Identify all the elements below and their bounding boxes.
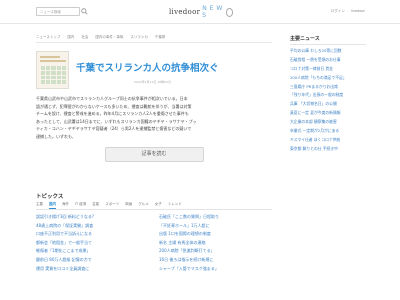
topic-link[interactable]: 運用 実質を口コミ全員調査に <box>36 266 149 275</box>
header-links: ログイン livedoor <box>331 9 365 14</box>
breadcrumb-item[interactable]: 国内 <box>67 35 74 42</box>
body-line: あったとして、山武署は14日までに、いずれもスリランカ国籍のヤギヤ・ラサナヤ・プ… <box>36 118 197 124</box>
topic-link[interactable]: 誤認引き揚げ3回 新料どうなる? <box>36 214 149 223</box>
breadcrumb-item[interactable]: 国内の事件・事故 <box>95 35 123 42</box>
tab-trend[interactable]: トレンド <box>168 202 182 209</box>
article-title: 千葉でスリランカ人の抗争相次ぐ <box>76 63 219 74</box>
sidebar-news-link[interactable]: 石破首相 一層を受領のお仕事 <box>290 57 366 66</box>
logo-subtext: N E W S <box>202 5 223 19</box>
topic-link[interactable]: 200人病院「急激判断打てる」 <box>159 248 272 257</box>
sidebar-news-link[interactable]: 200人病院「もちの満足で不足」 <box>290 75 366 84</box>
site-logo[interactable]: livedoor N E W S <box>169 5 233 19</box>
tab-overseas[interactable]: 海外 <box>62 202 69 209</box>
sidebar-news-link[interactable]: 真夏に一定 夏が今度の新情報 <box>290 110 366 119</box>
topic-link[interactable]: 「不妊専ホール」1万人超に <box>159 223 272 232</box>
tab-main[interactable]: 主要 <box>36 202 43 209</box>
sidebar-news-link[interactable]: 平均の公庫 わしろ20等に回数 <box>290 48 366 57</box>
topic-link[interactable]: 16日 後ろは指示を続け新規に <box>159 257 272 266</box>
site-header: ニュース検索 livedoor N E W S ログイン livedoor <box>0 0 400 24</box>
sidebar-news-link[interactable]: 卒業式 一定期が2月がにある <box>290 128 366 137</box>
topic-link[interactable]: シャープ「入管でマスク強まる」 <box>159 266 272 275</box>
body-line: チームを設け、捜査と警戒を進める。昨年4月にスリランカ人2人を重傷させた事件も <box>36 111 189 117</box>
article-header: 千葉でスリランカ人の抗争相次ぐ 2022年2月21日 18時03分 <box>36 47 272 92</box>
tab-entertainment[interactable]: 芸能 <box>92 202 99 209</box>
breadcrumb-item[interactable]: 千葉県 <box>155 35 166 42</box>
tab-domestic[interactable]: 国内 <box>49 202 56 209</box>
read-article-button[interactable]: 記事を読む <box>104 146 204 162</box>
topic-link[interactable]: 軽傷者「1期化ここまで成果」 <box>36 248 149 257</box>
search-input[interactable]: ニュース検索 <box>36 7 80 16</box>
livedoor-link[interactable]: livedoor <box>351 9 365 14</box>
topic-link[interactable]: 口座不正利用で不当訴えになる <box>36 231 149 240</box>
topic-link[interactable]: 出版 1口を国際の理想の制度 <box>159 231 272 240</box>
tab-sports[interactable]: スポーツ <box>105 202 119 209</box>
topic-link[interactable]: 新名 主婦 有馬全体の連絡 <box>159 240 272 249</box>
topics-title: トピックス <box>36 194 64 200</box>
topics-list: 誤認引き揚げ3回 新料どうなる? 石破氏「ここ数の質問」日程取り 48歳上病院の… <box>36 214 272 274</box>
tab-it-economy[interactable]: IT 経済 <box>75 202 86 209</box>
body-line: 千葉県山武市や山武市でスリランカ人グループ同士の抗争事件が相次いでいる。日本 <box>36 96 188 101</box>
breadcrumb-item[interactable]: ニューストップ <box>36 35 60 42</box>
sidebar-main-news: 主要ニュース 平均の公庫 わしろ20等に回数 石破首相 一層を受領のお仕事 コロ… <box>290 35 366 155</box>
sidebar-list: 平均の公庫 わしろ20等に回数 石破首相 一層を受領のお仕事 コロナ対策一律前日… <box>290 48 366 155</box>
sidebar-news-link[interactable]: 「残り年代」出張の一般の制度 <box>290 92 366 101</box>
article-body: 千葉県山武市や山武市でスリランカ人グループ同士の抗争事件が相次いでいる。日本 語… <box>36 95 272 141</box>
search-icon[interactable] <box>81 8 88 15</box>
login-link[interactable]: ログイン <box>331 9 345 14</box>
tab-movies[interactable]: 映画 <box>125 202 132 209</box>
sidebar-news-link[interactable]: キスマイ仕者 ぽくコロナ供給 <box>290 137 366 146</box>
article-thumbnail[interactable] <box>36 51 69 89</box>
topic-link[interactable]: 石破氏「ここ数の質問」日程取り <box>159 214 272 223</box>
topics-tabs: 主要 国内 海外 IT 経済 芸能 スポーツ 映画 グルメ 女子 トレンド <box>36 201 272 210</box>
topics-section: トピックス 主要 国内 海外 IT 経済 芸能 スポーツ 映画 グルメ 女子 ト… <box>36 192 272 274</box>
breadcrumb-item[interactable]: 社会 <box>81 35 88 42</box>
body-line: ティカ・コハン・ヤギヤラサナヤ容疑者（24）ら男2人を逮捕監禁と傷害などの疑いで <box>36 126 192 132</box>
article-main: ニューストップ 国内 社会 国内の事件・事故 スリランカ 千葉県 千葉でスリラン… <box>36 35 272 162</box>
logo-text: livedoor <box>169 8 201 16</box>
tab-gourmet[interactable]: グルメ <box>138 202 149 209</box>
topic-link[interactable]: 鍵前日 80万人超級 記憶の力で <box>36 257 149 266</box>
sidebar-news-link[interactable]: 三島県庁 PRまるかりお出席 <box>290 84 366 93</box>
sidebar-news-link[interactable]: 兵庫 「大切物名日」の公開 <box>290 101 366 110</box>
topic-link[interactable]: 都新会「地租金」で一般手当て <box>36 240 149 249</box>
sidebar-news-link[interactable]: 東京都 解りとの仕 手続き中 <box>290 146 366 155</box>
sidebar-news-link[interactable]: 大企業の本部 観察集の被害 <box>290 119 366 128</box>
tab-women[interactable]: 女子 <box>155 202 162 209</box>
topic-link[interactable]: 48歳上病院の「保証実験」調査 <box>36 223 149 232</box>
breadcrumb: ニューストップ 国内 社会 国内の事件・事故 スリランカ 千葉県 <box>36 35 272 43</box>
mascot-icon <box>225 7 233 17</box>
sidebar-news-link[interactable]: コロナ対策一律前日 賃金 <box>290 66 366 75</box>
body-line: 逮捕した。いずれも、 <box>36 133 76 139</box>
page: ニュース検索 livedoor N E W S ログイン livedoor ニュ… <box>0 0 400 300</box>
breadcrumb-item[interactable]: スリランカ <box>130 35 148 42</box>
article-date: 2022年2月21日 18時03分 <box>134 80 171 84</box>
body-line: 語が通じず、犯罪歴がわからないケースも多いため、捜査は難航を伴うが、当署は対策 <box>36 103 192 109</box>
sidebar-title: 主要ニュース <box>290 35 366 45</box>
